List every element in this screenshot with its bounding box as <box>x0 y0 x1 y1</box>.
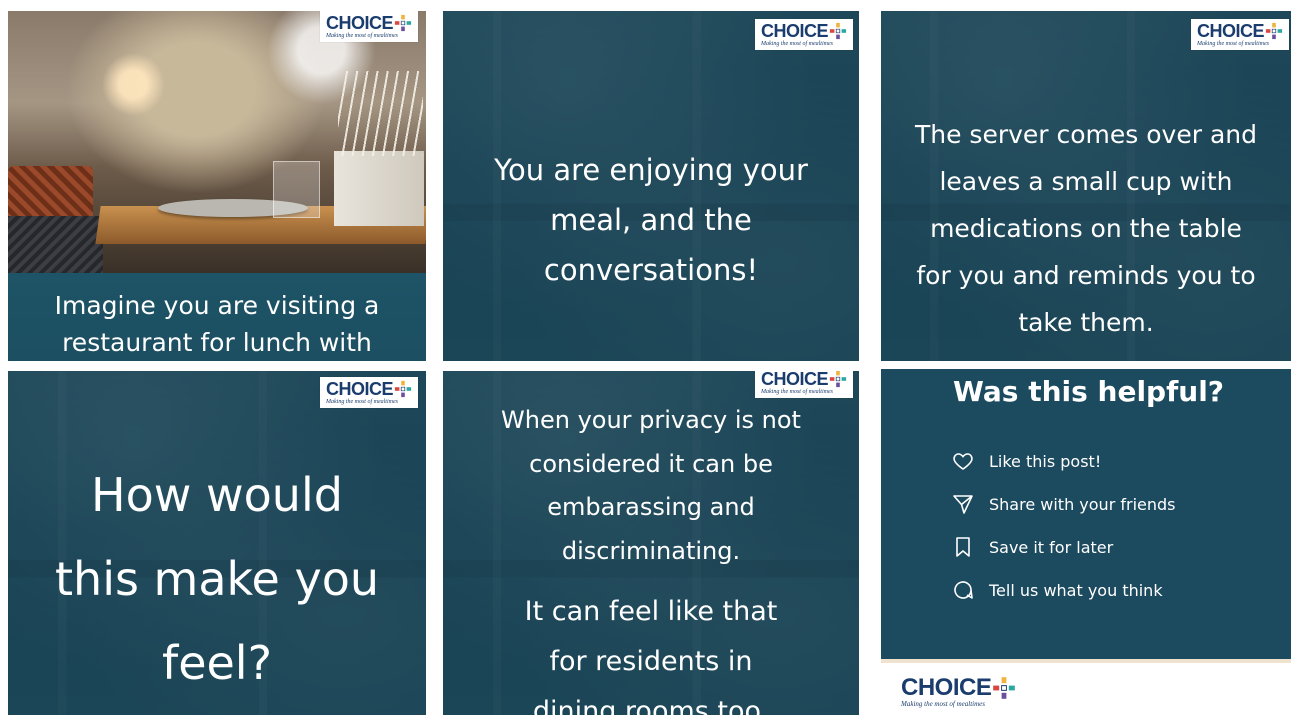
text-line: embarassing and <box>547 493 755 521</box>
plus-cross-icon <box>394 14 412 32</box>
text-line: feel? <box>162 636 272 690</box>
text-line: Imagine you are visiting a <box>54 291 380 320</box>
choice-logo: CHOICE Making the most of mealtimes <box>319 377 418 408</box>
text-line: for you and reminds you to <box>916 261 1256 290</box>
slide-2-text: You are enjoying your meal, and the conv… <box>443 145 859 295</box>
slide-6: Was this helpful? Like this post! Share … <box>881 369 1291 715</box>
help-footer: CHOICE Making the most of mealtimes <box>881 659 1291 715</box>
text-line: restaurant for lunch with <box>62 328 372 357</box>
restaurant-photo <box>8 11 426 276</box>
item-label: Save it for later <box>989 537 1114 557</box>
logo-tagline: Making the most of mealtimes <box>325 33 398 39</box>
plus-cross-icon <box>1265 22 1283 40</box>
plus-cross-icon <box>829 22 847 40</box>
logo-tagline: Making the most of mealtimes <box>1196 41 1269 47</box>
plus-cross-icon <box>829 371 847 388</box>
choice-logo: CHOICE Making the most of mealtimes <box>895 673 1023 710</box>
logo-tagline: Making the most of mealtimes <box>760 389 833 395</box>
choice-logo: CHOICE Making the most of mealtimes <box>1190 19 1289 50</box>
help-panel: Was this helpful? Like this post! Share … <box>881 369 1291 659</box>
text-line: How would <box>91 468 343 522</box>
choice-logo: CHOICE Making the most of mealtimes <box>754 371 853 398</box>
text-line: medications on the table <box>930 214 1242 243</box>
logo-word: CHOICE <box>325 13 394 33</box>
item-label: Share with your friends <box>989 494 1176 514</box>
comment-icon <box>954 581 973 599</box>
text-line: leaves a small cup with <box>939 167 1233 196</box>
slide-5-text: When your privacy is not considered it c… <box>443 399 859 573</box>
logo-tagline: Making the most of mealtimes <box>760 41 833 47</box>
heart-icon <box>953 453 973 470</box>
text-line: considered it can be <box>529 449 773 478</box>
plus-cross-icon <box>394 380 412 398</box>
text-line: take them. <box>1018 308 1154 337</box>
share-item[interactable]: Share with your friends <box>951 492 1175 516</box>
slide-5-text-2: It can feel like that for residents in d… <box>443 587 859 715</box>
logo-word: CHOICE <box>760 371 829 389</box>
text-line: discriminating. <box>561 536 741 565</box>
text-line: When your privacy is not <box>501 406 801 434</box>
send-icon <box>953 495 973 514</box>
slide-4: CHOICE Making the most of mealtimes How … <box>8 371 426 715</box>
text-line: meal, and the <box>550 203 752 237</box>
text-line: this make you <box>55 552 379 606</box>
slide-4-text: How would this make you feel? <box>8 453 426 705</box>
text-line: conversations! <box>543 253 759 287</box>
text-line: dining rooms too. <box>532 696 770 715</box>
plus-cross-icon <box>993 677 1016 699</box>
choice-logo: CHOICE Making the most of mealtimes <box>319 11 418 42</box>
item-label: Like this post! <box>989 451 1102 471</box>
slide-2: CHOICE Making the most of mealtimes You … <box>443 11 859 361</box>
logo-word: CHOICE <box>1196 21 1265 41</box>
text-line: It can feel like that <box>524 596 778 627</box>
logo-tagline: Making the most of mealtimes <box>901 700 985 708</box>
slide-3-text: The server comes over and leaves a small… <box>881 111 1291 346</box>
slide-1: Imagine you are visiting a restaurant fo… <box>8 11 426 361</box>
logo-word: CHOICE <box>760 21 829 41</box>
item-label: Tell us what you think <box>989 580 1163 600</box>
save-item[interactable]: Save it for later <box>951 535 1113 559</box>
help-title: Was this helpful? <box>953 375 1225 408</box>
text-line: for residents in <box>549 646 753 677</box>
caption-banner: Imagine you are visiting a restaurant fo… <box>8 273 426 361</box>
slide-1-text: Imagine you are visiting a restaurant fo… <box>8 287 426 361</box>
slide-3: CHOICE Making the most of mealtimes The … <box>881 11 1291 361</box>
logo-word: CHOICE <box>325 379 394 399</box>
slide-5: CHOICE Making the most of mealtimes When… <box>443 371 859 715</box>
text-line: The server comes over and <box>914 120 1257 149</box>
comment-item[interactable]: Tell us what you think <box>951 578 1163 602</box>
choice-logo: CHOICE Making the most of mealtimes <box>754 19 853 50</box>
bookmark-icon <box>956 537 970 557</box>
like-post-item[interactable]: Like this post! <box>951 449 1101 473</box>
text-line: You are enjoying your <box>494 153 808 187</box>
logo-word: CHOICE <box>901 674 992 701</box>
logo-tagline: Making the most of mealtimes <box>325 399 398 405</box>
